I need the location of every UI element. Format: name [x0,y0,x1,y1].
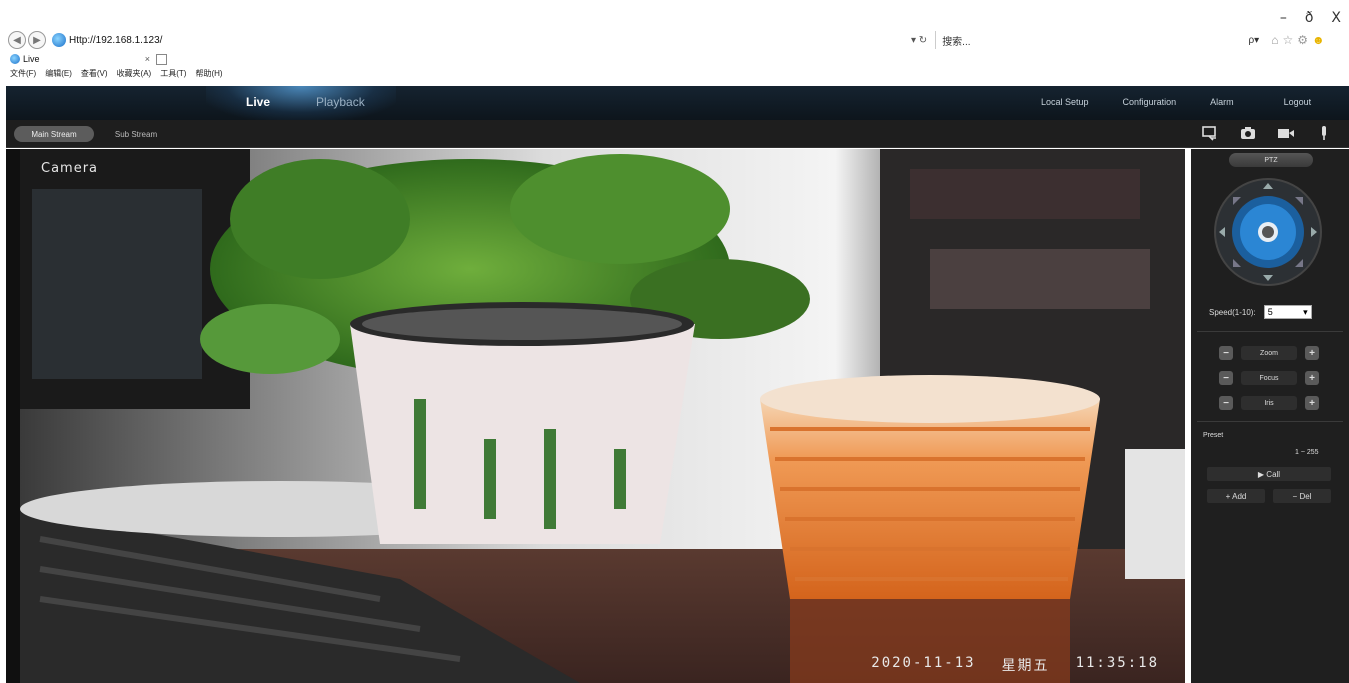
ptz-panel: PTZ Speed(1-10): 5 ▾ − Zoom + − Focus + … [1191,149,1349,683]
menu-edit[interactable]: 编辑(E) [45,68,72,79]
preset-range: 1 ~ 255 [1295,449,1319,456]
main-stream-button[interactable]: Main Stream [14,126,94,142]
iris-plus-button[interactable]: + [1305,396,1319,410]
menu-view[interactable]: 查看(V) [81,68,108,79]
forward-icon[interactable]: ▶ [28,31,46,49]
minimize-button[interactable]: – [1280,10,1287,26]
tab-favicon-icon [10,54,20,64]
menu-tools[interactable]: 工具(T) [160,68,186,79]
browser-menu-bar: 文件(F) 编辑(E) 查看(V) 收藏夹(A) 工具(T) 帮助(H) [10,68,223,79]
speed-row: Speed(1-10): 5 ▾ [1209,305,1312,319]
microphone-icon[interactable] [1315,124,1333,142]
menu-favorites[interactable]: 收藏夹(A) [117,68,152,79]
restore-button[interactable]: ð [1305,10,1314,26]
tab-close-icon[interactable]: × [145,54,150,64]
iris-control: − Iris + [1219,395,1319,411]
nav-playback[interactable]: Playback [316,95,365,109]
ptz-title: PTZ [1229,153,1313,167]
tab-title: Live [23,54,40,64]
focus-label: Focus [1241,371,1297,385]
preset-call-button[interactable]: ▶ Call [1207,467,1331,481]
back-icon[interactable]: ◀ [8,31,26,49]
stream-toolbar: Main Stream Sub Stream [6,120,1349,148]
speed-label: Speed(1-10): [1209,307,1256,317]
live-tools [1201,124,1333,142]
chevron-down-icon: ▾ [1303,306,1308,317]
browser-tab-live[interactable]: Live × [10,54,150,64]
divider [1197,421,1343,422]
zoom-label: Zoom [1241,346,1297,360]
divider [1197,331,1343,332]
sub-stream-button[interactable]: Sub Stream [106,126,166,142]
favorites-star-icon[interactable]: ☆ [1282,33,1293,47]
browser-search-input[interactable]: 搜索... ρ▾ [935,31,1265,49]
nav-live[interactable]: Live [246,95,270,109]
zoom-in-button[interactable]: + [1305,346,1319,360]
nav-logout[interactable]: Logout [1284,97,1312,107]
osd-time: 11:35:18 [1075,655,1159,671]
iris-minus-button[interactable]: − [1219,396,1233,410]
zoom-control: − Zoom + [1219,345,1319,361]
browser-logo-icon [52,33,66,47]
record-icon[interactable] [1201,124,1219,142]
settings-gear-icon[interactable]: ⚙ [1297,33,1308,47]
address-bar-row: ◀ ▶ Http://192.168.1.123/ ▾ ↻ 搜索... ρ▾ ⌂… [8,30,1345,50]
browser-toolbar-icons: ⌂ ☆ ⚙ ☻ [1271,33,1324,47]
url-field[interactable]: Http://192.168.1.123/ [69,31,911,49]
speed-select[interactable]: 5 ▾ [1263,305,1312,319]
main-nav: Live Playback [246,95,365,109]
osd-timestamp: 2020-11-13 星期五 11:35:18 [871,655,1159,675]
preset-delete-button[interactable]: − Del [1273,489,1331,503]
url-text: Http://192.168.1.123/ [69,34,163,46]
nav-local-setup[interactable]: Local Setup [1041,97,1089,107]
refresh-icon[interactable]: ▾ ↻ [911,35,927,46]
browser-tab-row: Live × [10,52,167,66]
iris-label: Iris [1241,396,1297,410]
preset-title: Preset [1203,432,1224,439]
window-controls: – ð X [1280,10,1341,26]
new-tab-button[interactable] [156,53,167,65]
snapshot-icon[interactable] [1239,124,1257,142]
preset-add-button[interactable]: + Add [1207,489,1265,503]
secondary-nav: Local Setup Configuration Alarm Logout [1041,97,1345,107]
search-placeholder: 搜索... [942,36,971,48]
menu-file[interactable]: 文件(F) [10,68,36,79]
nav-configuration[interactable]: Configuration [1123,97,1177,107]
ptz-direction-dial[interactable] [1213,177,1323,287]
osd-date: 2020-11-13 [871,655,976,671]
video-record-icon[interactable] [1277,124,1295,142]
zoom-out-button[interactable]: − [1219,346,1233,360]
focus-control: − Focus + [1219,370,1319,386]
menu-help[interactable]: 帮助(H) [195,68,222,79]
focus-plus-button[interactable]: + [1305,371,1319,385]
nav-alarm[interactable]: Alarm [1210,97,1234,107]
search-icon[interactable]: ρ▾ [1248,35,1259,46]
home-icon[interactable]: ⌂ [1271,33,1278,47]
camera-name-overlay: Camera [41,161,99,176]
speed-value: 5 [1267,307,1273,317]
live-video-view[interactable]: Camera 2020-11-13 星期五 11:35:18 [20,149,1185,683]
close-window-button[interactable]: X [1331,10,1341,26]
video-left-border [6,149,20,683]
focus-minus-button[interactable]: − [1219,371,1233,385]
feedback-smiley-icon[interactable]: ☻ [1312,33,1325,47]
osd-weekday: 星期五 [1001,658,1050,674]
camera-scene-image [20,149,1185,683]
app-header: Live Playback Local Setup Configuration … [6,86,1349,120]
